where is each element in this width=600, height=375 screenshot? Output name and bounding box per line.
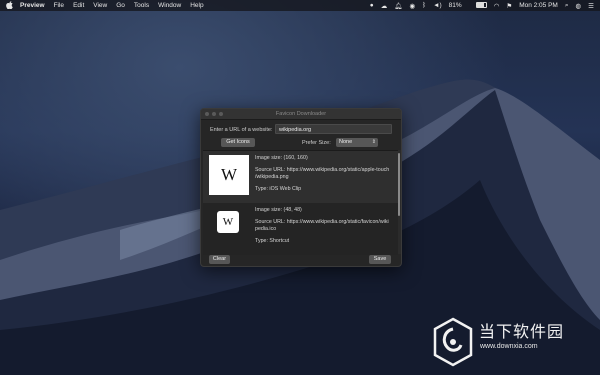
- list-scrollbar[interactable]: [398, 150, 401, 254]
- icon-list[interactable]: W Image size: (160, 160) Source URL: htt…: [203, 150, 398, 255]
- source-url-cont: pedia.ico: [255, 226, 277, 232]
- notification-bell-icon[interactable]: 🔔︎: [394, 2, 402, 10]
- menu-go[interactable]: Go: [116, 2, 125, 9]
- zoom-icon[interactable]: [219, 111, 223, 116]
- wikipedia-logo-icon: W: [222, 216, 234, 228]
- get-icons-button[interactable]: Get Icons: [221, 138, 255, 147]
- prefer-size-select[interactable]: None ⇕: [336, 138, 378, 147]
- url-input[interactable]: wikipedia.org: [275, 124, 392, 134]
- prefer-size-value: None: [339, 139, 353, 145]
- cloud-icon[interactable]: ☁: [381, 2, 388, 10]
- image-size: Image size: (48, 48): [255, 207, 302, 213]
- item-info: Image size: (160, 160) Source URL: https…: [255, 155, 395, 193]
- menu-edit[interactable]: Edit: [73, 2, 84, 9]
- chevron-updown-icon: ⇕: [371, 139, 376, 145]
- image-size: Image size: (160, 160): [255, 155, 308, 161]
- battery-icon[interactable]: [469, 2, 487, 9]
- downxia-logo-icon: [433, 317, 473, 367]
- clock[interactable]: Mon 2:05 PM: [519, 2, 558, 9]
- list-item[interactable]: W Image size: (48, 48) Source URL: https…: [203, 203, 398, 255]
- prefer-size-label: Prefer Size:: [302, 140, 331, 146]
- window-title: Favicon Downloader: [275, 111, 327, 117]
- window-controls: [205, 111, 226, 116]
- clear-button[interactable]: Clear: [209, 255, 230, 264]
- watermark-url: www.downxia.com: [480, 343, 538, 350]
- status-area: ● ☁ 🔔︎ ◉ ᛒ ◄) 81% ◠ ⚑ Mon 2:05 PM ⌕ ◍ ☰: [363, 2, 594, 10]
- menu-bar: Preview File Edit View Go Tools Window H…: [0, 0, 600, 11]
- minimize-icon[interactable]: [212, 111, 216, 116]
- close-icon[interactable]: [205, 111, 209, 116]
- flag-icon[interactable]: ⚑: [506, 2, 512, 10]
- menu-list-icon[interactable]: ☰: [588, 2, 594, 10]
- save-button[interactable]: Save: [369, 255, 391, 264]
- menu-help[interactable]: Help: [190, 2, 203, 9]
- wifi-icon[interactable]: ◠: [494, 2, 500, 10]
- menu-view[interactable]: View: [93, 2, 107, 9]
- status-dot-icon[interactable]: ●: [370, 2, 374, 9]
- icon-type: Type: Shortcut: [255, 238, 290, 244]
- search-icon[interactable]: ⌕: [565, 2, 569, 10]
- menu-window[interactable]: Window: [158, 2, 181, 9]
- siri-icon[interactable]: ◍: [576, 2, 582, 10]
- watermark: 当下软件园 www.downxia.com: [430, 315, 595, 370]
- wikipedia-logo-icon: W: [220, 165, 238, 184]
- icon-type: Type: iOS Web Clip: [255, 186, 302, 192]
- title-bar: Favicon Downloader: [201, 109, 401, 120]
- scrollbar-thumb[interactable]: [398, 153, 400, 216]
- source-url: Source URL: https://www.wikipedia.org/st…: [255, 167, 390, 173]
- url-label: Enter a URL of a website:: [210, 127, 273, 133]
- source-url-cont: /wikipedia.png: [255, 174, 289, 180]
- item-info: Image size: (48, 48) Source URL: https:/…: [255, 207, 395, 245]
- menu-preview[interactable]: Preview: [20, 2, 45, 9]
- volume-icon[interactable]: ◄): [433, 2, 442, 9]
- menu-tools[interactable]: Tools: [134, 2, 149, 9]
- watermark-brand: 当下软件园: [479, 322, 565, 341]
- list-item[interactable]: W Image size: (160, 160) Source URL: htt…: [203, 151, 398, 203]
- menu-file[interactable]: File: [54, 2, 64, 9]
- favicon-preview: W: [217, 211, 239, 233]
- favicon-downloader-window: Favicon Downloader Enter a URL of a webs…: [200, 108, 402, 267]
- battery-percent[interactable]: 81%: [449, 2, 462, 9]
- source-url: Source URL: https://www.wikipedia.org/st…: [255, 219, 389, 225]
- apple-menu-icon[interactable]: [6, 0, 14, 11]
- bluetooth-icon[interactable]: ᛒ: [422, 2, 426, 9]
- favicon-preview: W: [209, 155, 249, 195]
- steam-icon[interactable]: ◉: [409, 2, 415, 10]
